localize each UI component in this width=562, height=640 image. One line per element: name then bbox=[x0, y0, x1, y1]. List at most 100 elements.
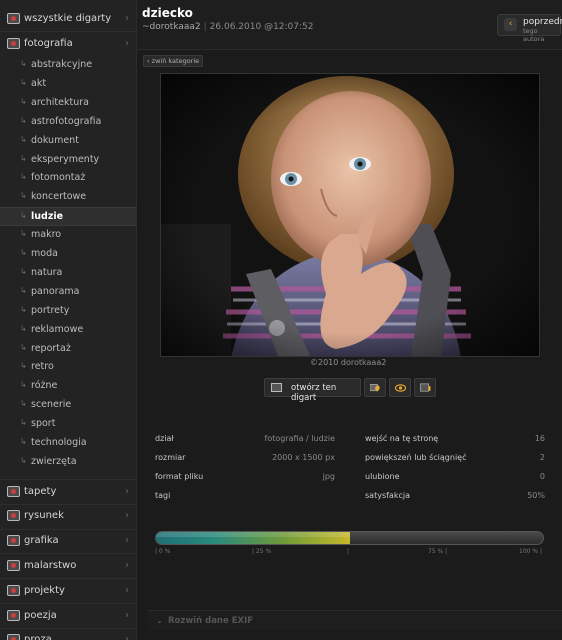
watch-button[interactable] bbox=[389, 378, 411, 397]
header: dziecko ~dorotkaaa2 | 26.06.2010 @12:07:52… bbox=[137, 0, 562, 50]
stat-row: satysfakcja 50% bbox=[365, 491, 545, 505]
arrow-icon: ↳ bbox=[20, 361, 27, 371]
sidebar-subcategory[interactable]: ↳ zwierzęta bbox=[0, 453, 137, 472]
folder-icon bbox=[7, 12, 20, 24]
subcategory-label: architektura bbox=[31, 96, 89, 108]
subcategory-label: retro bbox=[31, 361, 54, 373]
stat-row: dział fotografia / ludzie bbox=[155, 434, 335, 448]
paper-icon bbox=[7, 634, 20, 640]
collapse-categories-button[interactable]: ‹ zwiń kategorie bbox=[143, 55, 203, 67]
sidebar-subcategory[interactable]: ↳ abstrakcyjne bbox=[0, 56, 137, 75]
photo[interactable] bbox=[160, 73, 540, 357]
subcategory-label: technologia bbox=[31, 437, 87, 448]
scale-label: 75 % | bbox=[428, 548, 448, 555]
blueprint-icon bbox=[7, 584, 20, 596]
sidebar-subcategory[interactable]: ↳ koncertowe bbox=[0, 188, 137, 207]
arrow-icon: ↳ bbox=[20, 77, 27, 87]
stat-value: 2000 x 1500 px bbox=[272, 453, 335, 462]
stat-value: 16 bbox=[534, 434, 545, 443]
sidebar-category[interactable]: grafika › bbox=[0, 529, 137, 553]
sidebar-subcategory[interactable]: ↳ sport bbox=[0, 415, 137, 434]
category-all-digarts[interactable]: wszystkie digarty › bbox=[0, 6, 137, 30]
category-label: proza bbox=[24, 634, 52, 640]
scale-label: 100 % | bbox=[519, 548, 542, 555]
sidebar-subcategory[interactable]: ↳ astrofotografia bbox=[0, 113, 137, 132]
sidebar-subcategory[interactable]: ↳ moda bbox=[0, 245, 137, 264]
chevron-right-icon: › bbox=[125, 609, 129, 621]
sidebar-subcategory[interactable]: ↳ panorama bbox=[0, 283, 137, 302]
category-label: wszystkie digarty bbox=[24, 12, 112, 24]
watermark-text: ©2010 dorotkaaa2 bbox=[310, 358, 387, 367]
open-digart-button[interactable]: otwórz ten digart bbox=[264, 378, 361, 403]
sidebar-subcategory[interactable]: ↳ retro bbox=[0, 358, 137, 377]
sidebar-subcategory[interactable]: ↳ makro bbox=[0, 226, 137, 245]
subcategory-label: astrofotografia bbox=[31, 115, 102, 127]
author-link[interactable]: ~dorotkaaa2 bbox=[142, 22, 201, 32]
sidebar-subcategory[interactable]: ↳ ludzie bbox=[0, 207, 137, 227]
stat-row: format pliku jpg bbox=[155, 472, 335, 486]
report-button[interactable] bbox=[414, 378, 436, 397]
sidebar-category[interactable]: tapety › bbox=[0, 479, 137, 503]
sidebar-category[interactable]: rysunek › bbox=[0, 504, 137, 528]
collapse-label: zwiń kategorie bbox=[151, 57, 200, 65]
arrow-icon: ↳ bbox=[20, 248, 27, 257]
expand-exif-button[interactable]: ⌄ Rozwiń dane EXIF bbox=[148, 610, 562, 630]
arrow-icon: ↳ bbox=[20, 399, 27, 409]
sidebar-subcategory[interactable]: ↳ reklamowe bbox=[0, 321, 137, 340]
palette-icon bbox=[7, 559, 20, 571]
arrow-icon: ↳ bbox=[20, 134, 27, 144]
graphics-icon bbox=[7, 535, 20, 547]
subcategory-label: panorama bbox=[31, 285, 80, 297]
sidebar-subcategory[interactable]: ↳ reportaż bbox=[0, 340, 137, 359]
stat-label: format pliku bbox=[155, 472, 204, 481]
stat-value: 0 bbox=[539, 472, 545, 481]
chevron-right-icon: › bbox=[125, 535, 129, 547]
author-meta: ~dorotkaaa2 | 26.06.2010 @12:07:52 bbox=[142, 22, 313, 32]
arrow-icon: ↳ bbox=[20, 229, 27, 239]
prev-sublabel: tego autora bbox=[523, 27, 545, 43]
sidebar-subcategory[interactable]: ↳ akt bbox=[0, 75, 137, 94]
stat-value: fotografia / ludzie bbox=[264, 434, 335, 443]
subcategory-label: eksperymenty bbox=[31, 153, 100, 165]
chevron-right-icon: › bbox=[125, 634, 129, 640]
sidebar-subcategory[interactable]: ↳ różne bbox=[0, 377, 137, 396]
sidebar-category[interactable]: poezja › bbox=[0, 603, 137, 627]
stat-label: wejść na tę stronę bbox=[365, 434, 439, 443]
subcategory-label: reklamowe bbox=[31, 323, 84, 335]
sidebar-subcategory[interactable]: ↳ eksperymenty bbox=[0, 151, 137, 170]
sidebar-subcategory[interactable]: ↳ scenerie bbox=[0, 396, 137, 415]
sidebar-subcategory[interactable]: ↳ dokument bbox=[0, 132, 137, 151]
camera-icon bbox=[7, 37, 20, 49]
previous-by-author-button[interactable]: ‹ poprzedni tego autora bbox=[497, 14, 562, 43]
sidebar-subcategory[interactable]: ↳ portrety bbox=[0, 302, 137, 321]
sidebar-subcategory[interactable]: ↳ natura bbox=[0, 264, 137, 283]
subcategory-label: portrety bbox=[31, 304, 70, 316]
sidebar-subcategory[interactable]: ↳ technologia bbox=[0, 434, 137, 453]
sidebar-category[interactable]: projekty › bbox=[0, 578, 137, 602]
arrow-icon: ↳ bbox=[20, 211, 27, 221]
satisfaction-bar bbox=[155, 531, 544, 545]
subcategory-label: akt bbox=[31, 77, 47, 89]
sidebar-subcategory[interactable]: ↳ architektura bbox=[0, 94, 137, 113]
stat-row: rozmiar 2000 x 1500 px bbox=[155, 453, 335, 467]
scale-label: | bbox=[347, 548, 350, 555]
chevron-right-icon: › bbox=[125, 485, 129, 497]
category-label: malarstwo bbox=[24, 559, 77, 571]
book-icon bbox=[7, 609, 20, 621]
add-favorite-button[interactable] bbox=[364, 378, 386, 397]
arrow-icon: ↳ bbox=[20, 115, 27, 125]
chevron-right-icon: › bbox=[125, 12, 129, 24]
stat-label: tagi bbox=[155, 491, 171, 500]
arrow-icon: ↳ bbox=[20, 437, 27, 446]
subcategory-label: sport bbox=[31, 418, 56, 430]
stat-label: dział bbox=[155, 434, 174, 443]
category-label: rysunek bbox=[24, 510, 64, 522]
subcategory-label: scenerie bbox=[31, 399, 72, 411]
subcategory-label: makro bbox=[31, 229, 62, 241]
sidebar-category[interactable]: proza › bbox=[0, 628, 137, 640]
category-fotografia[interactable]: fotografia › bbox=[0, 31, 137, 55]
subcategory-label: abstrakcyjne bbox=[31, 59, 93, 70]
arrow-icon: ↳ bbox=[20, 380, 27, 390]
sidebar-subcategory[interactable]: ↳ fotomontaż bbox=[0, 169, 137, 188]
sidebar-category[interactable]: malarstwo › bbox=[0, 553, 137, 577]
